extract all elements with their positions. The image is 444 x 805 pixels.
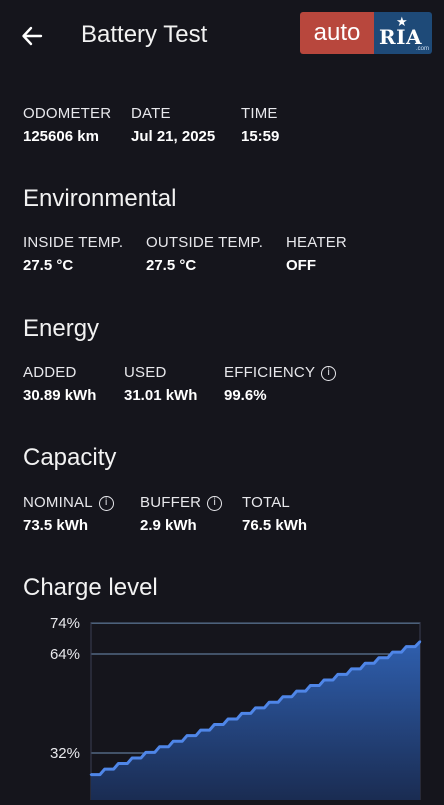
- y-tick-label: 74%: [50, 615, 80, 632]
- logo-ria-block: ★ RIA .com: [374, 12, 432, 54]
- added-value: 30.89 kWh: [23, 387, 97, 404]
- charge-level-area: [91, 641, 420, 800]
- date-stat: DATE Jul 21, 2025: [131, 105, 215, 146]
- used-value: 31.01 kWh: [124, 387, 198, 404]
- logo-auto-text: auto: [300, 12, 374, 54]
- charge-point: [240, 712, 243, 715]
- y-tick-label: 32%: [50, 745, 80, 762]
- charge-point: [89, 773, 93, 776]
- charge-point: [172, 740, 175, 743]
- heater-stat: HEATER OFF: [286, 234, 347, 275]
- nominal-value: 73.5 kWh: [23, 517, 89, 534]
- outside-temp-value: 27.5 °C: [146, 257, 197, 274]
- charge-point: [158, 745, 161, 749]
- charge-point: [363, 662, 367, 665]
- charge-level-chart: 74% 64% 32%: [0, 600, 444, 800]
- charge-level-title: Charge level: [23, 574, 158, 601]
- nominal-label-row: NOMINAL i: [23, 494, 114, 512]
- buffer-stat: BUFFER i 2.9 kWh: [140, 494, 223, 535]
- date-value: Jul 21, 2025: [131, 128, 216, 145]
- total-value: 76.5 kWh: [242, 517, 308, 534]
- arrow-left-icon: [22, 26, 43, 46]
- charge-point: [281, 695, 285, 698]
- autoria-logo: auto ★ RIA .com: [300, 12, 432, 54]
- charge-level-svg: 74% 64% 32%: [50, 615, 422, 800]
- charge-point: [268, 701, 271, 704]
- efficiency-label: EFFICIENCY: [224, 364, 316, 381]
- charge-point: [117, 762, 120, 765]
- charge-point: [144, 751, 148, 754]
- odometer-stat: ODOMETER 125606 km: [23, 105, 111, 146]
- back-button[interactable]: [14, 18, 50, 54]
- charge-point: [130, 756, 134, 760]
- added-stat: ADDED 30.89 kWh: [23, 364, 96, 405]
- energy-title: Energy: [23, 315, 100, 342]
- charge-point: [350, 667, 353, 671]
- outside-temp-label: OUTSIDE TEMP.: [146, 234, 264, 251]
- odometer-label: ODOMETER: [23, 105, 112, 122]
- buffer-label: BUFFER: [140, 494, 202, 511]
- y-tick-label: 64%: [50, 646, 80, 663]
- odometer-value: 125606 km: [23, 128, 99, 145]
- buffer-value: 2.9 kWh: [140, 517, 197, 534]
- heater-value: OFF: [286, 257, 316, 274]
- charge-point: [391, 650, 394, 654]
- time-value: 15:59: [241, 128, 280, 145]
- nominal-info-icon[interactable]: i: [98, 495, 114, 511]
- buffer-label-row: BUFFER i: [140, 494, 223, 512]
- used-stat: USED 31.01 kWh: [124, 364, 197, 405]
- total-stat: TOTAL 76.5 kWh: [242, 494, 307, 535]
- time-label: TIME: [241, 105, 278, 122]
- total-label: TOTAL: [242, 494, 290, 511]
- charge-point: [226, 717, 230, 721]
- charge-point: [213, 723, 216, 726]
- charge-point: [185, 734, 189, 737]
- heater-label: HEATER: [286, 234, 347, 251]
- efficiency-stat: EFFICIENCY i 99.6%: [224, 364, 337, 405]
- buffer-info-icon[interactable]: i: [207, 495, 223, 511]
- charge-point: [322, 678, 326, 682]
- time-stat: TIME 15:59: [241, 105, 279, 146]
- efficiency-label-row: EFFICIENCY i: [224, 364, 337, 382]
- capacity-title: Capacity: [23, 444, 117, 471]
- charge-point: [295, 689, 298, 693]
- inside-temp-stat: INSIDE TEMP. 27.5 °C: [23, 234, 123, 275]
- environmental-title: Environmental: [23, 185, 177, 212]
- used-label: USED: [124, 364, 167, 381]
- charge-point: [254, 706, 257, 710]
- charge-point: [418, 640, 422, 643]
- charge-point: [103, 767, 106, 771]
- app-header: Battery Test auto ★ RIA .com: [0, 0, 444, 72]
- nominal-label: NOMINAL: [23, 494, 93, 511]
- outside-temp-stat: OUTSIDE TEMP. 27.5 °C: [146, 234, 263, 275]
- page-title: Battery Test: [81, 21, 208, 48]
- efficiency-value: 99.6%: [224, 387, 267, 404]
- inside-temp-label: INSIDE TEMP.: [23, 234, 124, 251]
- nominal-stat: NOMINAL i 73.5 kWh: [23, 494, 114, 535]
- date-label: DATE: [131, 105, 171, 122]
- charge-point: [309, 684, 312, 687]
- efficiency-info-icon[interactable]: i: [321, 365, 337, 381]
- charge-point: [377, 656, 381, 659]
- charge-point: [199, 728, 202, 732]
- added-label: ADDED: [23, 364, 77, 381]
- logo-com-text: .com: [415, 46, 429, 52]
- charge-point: [405, 645, 408, 648]
- inside-temp-value: 27.5 °C: [23, 257, 74, 274]
- charge-point: [336, 673, 339, 676]
